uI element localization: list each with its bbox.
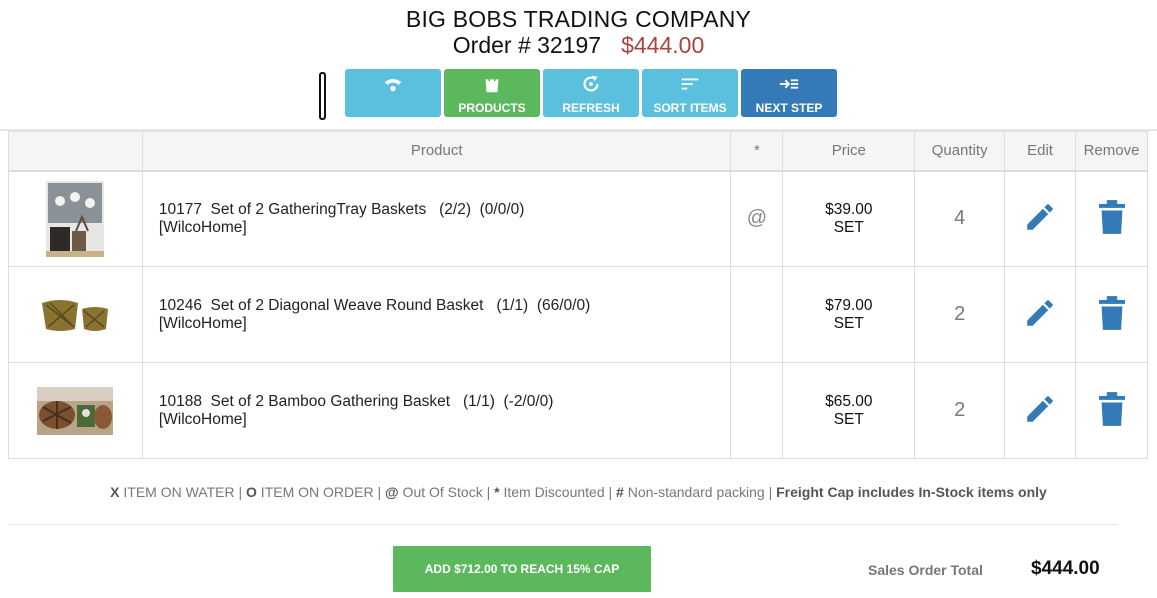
legend-x-key: X — [110, 484, 120, 500]
price-value: $39.00 — [825, 200, 873, 218]
price-cell: $39.00 SET — [782, 170, 916, 267]
header-remove: Remove — [1075, 131, 1148, 172]
table-row: 10246 Set of 2 Diagonal Weave Round Bask… — [8, 266, 1148, 363]
sales-order-total-label: Sales Order Total — [868, 562, 983, 578]
next-step-button-label: NEXT STEP — [755, 101, 823, 115]
product-vendor: [WilcoHome] — [158, 314, 247, 332]
product-image-cell — [8, 170, 143, 267]
footer-divider — [8, 524, 1118, 525]
product-image-cell — [8, 266, 143, 363]
wifi-button[interactable] — [345, 69, 441, 117]
header-price[interactable]: Price — [782, 131, 916, 172]
products-button-label: PRODUCTS — [458, 101, 526, 115]
wifi-icon — [384, 78, 402, 92]
product-description[interactable]: 10177 Set of 2 GatheringTray Baskets (2/… — [141, 170, 732, 267]
edit-pencil-icon[interactable] — [1023, 296, 1057, 330]
edit-cell — [1004, 170, 1076, 267]
header-image — [8, 131, 143, 172]
remove-cell — [1075, 170, 1148, 267]
drag-handle[interactable] — [319, 72, 326, 120]
legend-hash-text: Non-standard packing | — [623, 484, 777, 500]
table-row: 10188 Set of 2 Bamboo Gathering Basket (… — [8, 362, 1148, 459]
product-thumbnail[interactable] — [40, 294, 111, 335]
legend: X ITEM ON WATER | O ITEM ON ORDER | @ Ou… — [0, 484, 1157, 500]
sort-icon — [681, 78, 699, 90]
header-product[interactable]: Product — [141, 131, 732, 172]
table-row: 10177 Set of 2 GatheringTray Baskets (2/… — [8, 170, 1148, 267]
trash-icon[interactable] — [1098, 391, 1125, 426]
legend-star-text: Item Discounted | — [499, 484, 617, 500]
price-unit: SET — [833, 410, 864, 428]
header-edit: Edit — [1004, 131, 1076, 172]
remove-cell — [1075, 362, 1148, 459]
add-to-reach-cap-button[interactable]: ADD $712.00 TO REACH 15% CAP — [393, 546, 651, 592]
quantity-value[interactable]: 4 — [914, 170, 1006, 267]
shopping-bag-icon — [485, 75, 499, 93]
product-thumbnail[interactable] — [46, 180, 105, 257]
edit-cell — [1004, 266, 1076, 363]
sort-items-button-label: SORT ITEMS — [653, 101, 727, 115]
sales-order-total-value: $444.00 — [1031, 558, 1100, 579]
price-unit: SET — [833, 314, 864, 332]
legend-at-key: @ — [385, 484, 399, 500]
price-value: $65.00 — [825, 392, 873, 410]
header-quantity[interactable]: Quantity — [914, 131, 1006, 172]
product-image-cell — [8, 362, 143, 459]
product-title: 10246 Set of 2 Diagonal Weave Round Bask… — [158, 296, 591, 314]
order-number: Order # 32197 — [452, 32, 602, 58]
toolbar: PRODUCTS REFRESH SORT ITEMS NEXT STEP — [345, 69, 837, 117]
cart-table: Product * Price Quantity Edit Remove 101… — [8, 131, 1148, 459]
edit-cell — [1004, 362, 1076, 459]
product-thumbnail[interactable] — [37, 386, 114, 435]
sort-items-button[interactable]: SORT ITEMS — [642, 69, 738, 117]
product-description[interactable]: 10246 Set of 2 Diagonal Weave Round Bask… — [141, 266, 732, 363]
price-cell: $79.00 SET — [782, 266, 916, 363]
company-name: BIG BOBS TRADING COMPANY — [405, 6, 752, 32]
legend-at-text: Out Of Stock | — [398, 484, 495, 500]
products-button[interactable]: PRODUCTS — [444, 69, 540, 117]
legend-freight-note: Freight Cap includes In-Stock items only — [776, 484, 1047, 500]
price-unit: SET — [833, 218, 864, 236]
product-vendor: [WilcoHome] — [158, 218, 247, 236]
product-title: 10188 Set of 2 Bamboo Gathering Basket (… — [158, 392, 554, 410]
next-step-icon — [779, 79, 799, 89]
product-description[interactable]: 10188 Set of 2 Bamboo Gathering Basket (… — [141, 362, 732, 459]
quantity-value[interactable]: 2 — [914, 362, 1006, 459]
legend-x-text: ITEM ON WATER | — [119, 484, 247, 500]
legend-o-text: ITEM ON ORDER | — [256, 484, 386, 500]
refresh-button[interactable]: REFRESH — [543, 69, 639, 117]
order-line: Order # 32197 $444.00 — [0, 32, 1157, 59]
stock-flag — [730, 362, 784, 459]
trash-icon[interactable] — [1098, 295, 1125, 330]
product-title: 10177 Set of 2 GatheringTray Baskets (2/… — [158, 200, 525, 218]
trash-icon[interactable] — [1098, 199, 1125, 234]
price-cell: $65.00 SET — [782, 362, 916, 459]
edit-pencil-icon[interactable] — [1023, 200, 1057, 234]
stock-flag: @ — [730, 170, 784, 267]
edit-pencil-icon[interactable] — [1023, 392, 1057, 426]
refresh-icon — [583, 75, 599, 92]
order-amount: $444.00 — [621, 32, 705, 58]
legend-hash-key: # — [616, 484, 624, 500]
remove-cell — [1075, 266, 1148, 363]
legend-o-key: O — [246, 484, 257, 500]
header-flag: * — [730, 131, 784, 172]
price-value: $79.00 — [825, 296, 873, 314]
refresh-button-label: REFRESH — [562, 101, 620, 115]
product-vendor: [WilcoHome] — [158, 410, 247, 428]
next-step-button[interactable]: NEXT STEP — [741, 69, 837, 117]
stock-flag — [730, 266, 784, 363]
quantity-value[interactable]: 2 — [914, 266, 1006, 363]
table-header-row: Product * Price Quantity Edit Remove — [8, 131, 1148, 172]
